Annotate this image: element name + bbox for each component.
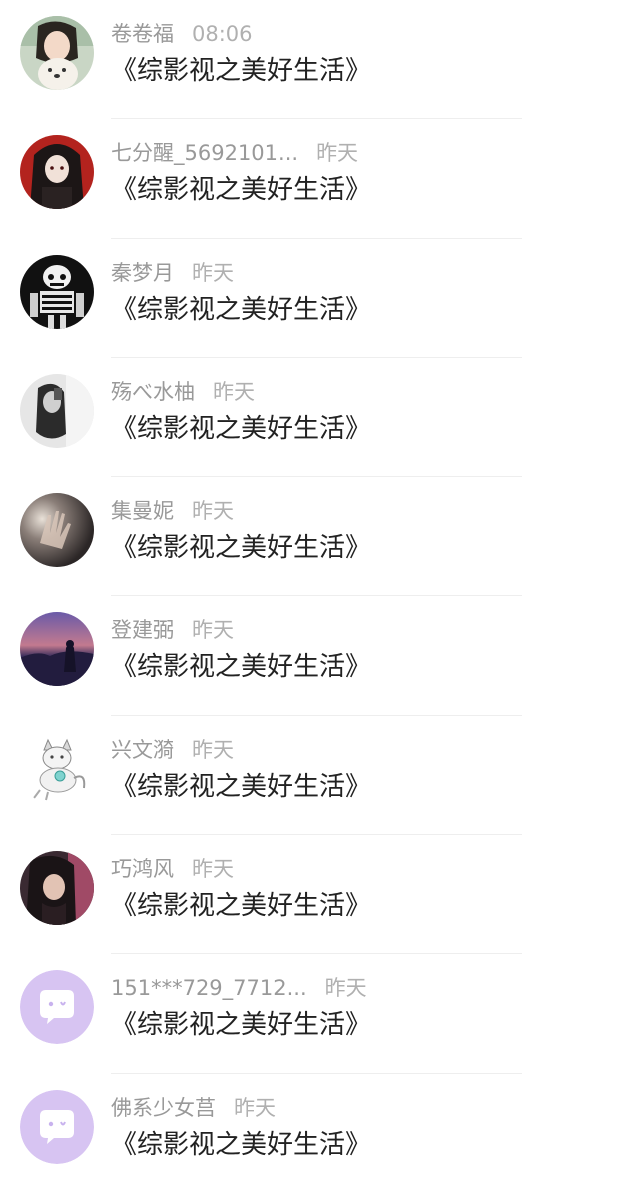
- avatar[interactable]: [20, 612, 94, 687]
- conversation-row[interactable]: 卷卷福 08:06 《综影视之美好生活》: [0, 0, 640, 120]
- conversation-row[interactable]: 兴文漪 昨天 《综影视之美好生活》: [0, 716, 640, 836]
- message-preview: 《综影视之美好生活》: [111, 56, 372, 86]
- avatar[interactable]: [20, 16, 94, 90]
- message-time: 昨天: [316, 141, 359, 166]
- message-preview: 《综影视之美好生活》: [111, 294, 372, 325]
- avatar[interactable]: [20, 493, 94, 568]
- contact-name: 七分醒_5692101...: [111, 141, 299, 166]
- avatar[interactable]: [20, 254, 94, 329]
- message-time: 08:06: [192, 22, 253, 46]
- message-time: 昨天: [192, 260, 234, 285]
- avatar[interactable]: [20, 1089, 94, 1164]
- skeleton-graphic-icon: [20, 254, 94, 329]
- conversation-row[interactable]: 秦梦月 昨天 《综影视之美好生活》: [0, 239, 640, 358]
- default-chat-bubble-icon: [20, 970, 94, 1045]
- girl-dark-hair-photo-icon: [20, 851, 94, 926]
- message-preview: 《综影视之美好生活》: [111, 1129, 372, 1160]
- contact-name: 登建弼: [111, 618, 174, 643]
- message-preview: 《综影视之美好生活》: [111, 771, 372, 802]
- grayscale-girl-photo-icon: [20, 373, 94, 448]
- contact-name: 巧鸿风: [111, 857, 174, 882]
- conversation-row[interactable]: 151***729_7712... 昨天 《综影视之美好生活》: [0, 954, 640, 1074]
- avatar[interactable]: [20, 135, 94, 210]
- hand-light-photo-icon: [20, 493, 94, 568]
- message-preview: 《综影视之美好生活》: [111, 891, 372, 922]
- contact-name: 集曼妮: [111, 499, 174, 524]
- contact-name: 151***729_7712...: [111, 976, 307, 1001]
- message-preview: 《综影视之美好生活》: [111, 1010, 372, 1041]
- avatar[interactable]: [20, 373, 94, 448]
- default-chat-bubble-icon: [20, 1089, 94, 1164]
- conversation-row[interactable]: 殇べ水柚 昨天 《综影视之美好生活》: [0, 358, 640, 478]
- avatar[interactable]: [20, 851, 94, 926]
- photo-girl-with-dog-icon: [20, 16, 94, 90]
- contact-name: 秦梦月: [111, 260, 174, 285]
- message-time: 昨天: [192, 857, 234, 882]
- message-time: 昨天: [213, 379, 255, 404]
- contact-name: 佛系少女莒: [111, 1095, 216, 1120]
- message-time: 昨天: [234, 1095, 276, 1120]
- contact-name: 殇べ水柚: [111, 379, 195, 404]
- conversation-row[interactable]: 七分醒_5692101... 昨天 《综影视之美好生活》: [0, 119, 640, 239]
- message-preview: 《综影视之美好生活》: [111, 533, 372, 564]
- anime-girl-red-background-icon: [20, 135, 94, 210]
- sunset-silhouette-icon: [20, 612, 94, 687]
- conversation-row[interactable]: 巧鸿风 昨天 《综影视之美好生活》: [0, 835, 640, 955]
- avatar[interactable]: [20, 731, 94, 806]
- conversation-row[interactable]: 集曼妮 昨天 《综影视之美好生活》: [0, 477, 640, 597]
- message-preview: 《综影视之美好生活》: [111, 413, 372, 444]
- message-time: 昨天: [192, 737, 234, 762]
- avatar[interactable]: [20, 970, 94, 1045]
- message-time: 昨天: [324, 976, 367, 1001]
- conversation-row[interactable]: 登建弼 昨天 《综影视之美好生活》: [0, 596, 640, 716]
- contact-name: 兴文漪: [111, 737, 174, 762]
- contact-name: 卷卷福: [111, 22, 174, 46]
- white-cat-illustration-icon: [20, 731, 94, 806]
- conversation-list: 卷卷福 08:06 《综影视之美好生活》 七分醒_5692101... 昨天 《综影…: [0, 0, 640, 1193]
- message-preview: 《综影视之美好生活》: [111, 175, 372, 206]
- conversation-row[interactable]: 佛系少女莒 昨天 《综影视之美好生活》: [0, 1074, 640, 1193]
- message-time: 昨天: [192, 618, 234, 643]
- message-time: 昨天: [192, 499, 234, 524]
- message-preview: 《综影视之美好生活》: [111, 652, 372, 683]
